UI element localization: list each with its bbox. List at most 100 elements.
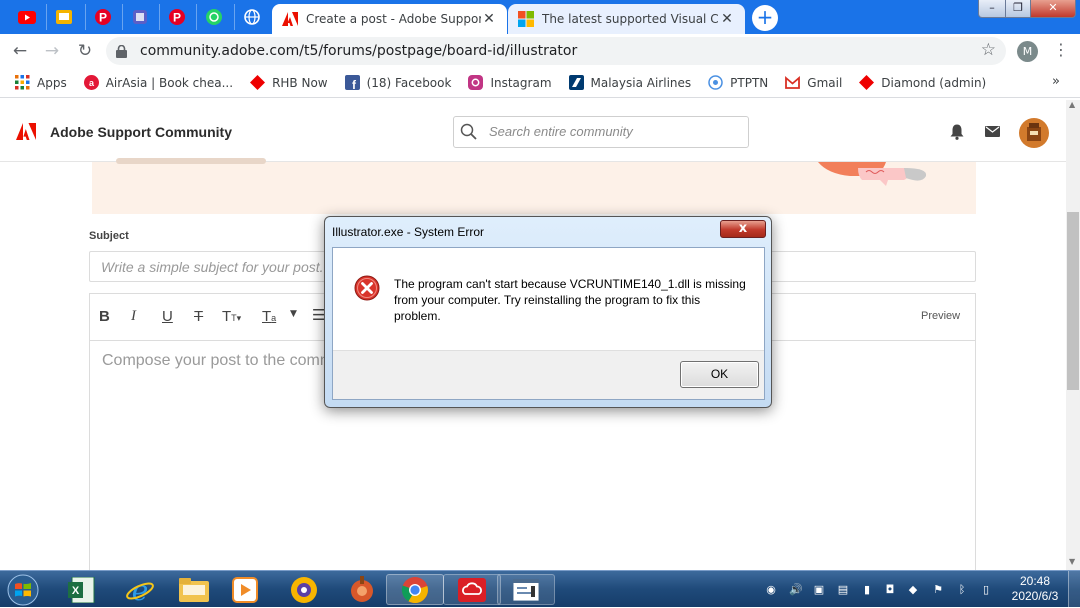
pinned-tab-globe[interactable]: [234, 4, 268, 30]
gmail-icon: [785, 76, 801, 89]
signal-icon[interactable]: ▮: [860, 583, 874, 597]
bookmark-rhb[interactable]: RHB Now: [250, 75, 328, 90]
tray-shield-icon[interactable]: ◘: [883, 583, 897, 597]
bookmark-diamond[interactable]: Diamond (admin): [859, 75, 986, 90]
tray-device-icon[interactable]: ▣: [812, 583, 826, 597]
preview-button[interactable]: Preview: [921, 310, 960, 322]
adobe-logo-icon: [282, 12, 298, 26]
dialog-close-button[interactable]: x: [720, 220, 766, 238]
windows-taskbar: X e ◉ 🔊 ▣ ▤ ▮ ◘ ◆ ⚑ ᛒ ▯ 20:48 2020/6/3: [0, 570, 1080, 608]
bookmark-airasia[interactable]: a AirAsia | Book chea...: [83, 75, 233, 90]
lock-icon: [116, 44, 127, 58]
scroll-down-icon[interactable]: ▼: [1069, 557, 1075, 566]
system-clock[interactable]: 20:48 2020/6/3: [1008, 574, 1062, 604]
bold-button[interactable]: B: [99, 308, 110, 325]
taskbar-illustrator-window[interactable]: [497, 574, 555, 605]
taskbar-app-orange[interactable]: [333, 574, 391, 605]
tab-close-icon[interactable]: ✕: [719, 11, 735, 27]
media-player-icon: [232, 576, 258, 603]
site-title[interactable]: Adobe Support Community: [50, 124, 232, 140]
notification-bell-icon[interactable]: [950, 124, 964, 140]
page-scrollbar[interactable]: ▲ ▼: [1066, 100, 1080, 570]
svg-text:e: e: [132, 576, 149, 604]
action-center-flag-icon[interactable]: ⚑: [931, 583, 945, 597]
reload-icon[interactable]: ↻: [73, 39, 97, 63]
site-header: Adobe Support Community Search entire co…: [0, 100, 1066, 162]
volume-icon[interactable]: 🔊: [789, 583, 803, 597]
maximize-button[interactable]: ❐: [1005, 0, 1031, 18]
font-size-button[interactable]: TT▾: [222, 308, 241, 325]
error-icon: [354, 275, 380, 301]
browser-toolbar: ← → ↻ community.adobe.com/t5/forums/post…: [0, 34, 1080, 68]
pinned-tab-whatsapp[interactable]: [196, 4, 230, 30]
window-close-button[interactable]: ✕: [1030, 0, 1076, 18]
bookmark-gmail[interactable]: Gmail: [785, 75, 842, 90]
pinned-tab-teams[interactable]: [122, 4, 156, 30]
battery-icon[interactable]: ▯: [979, 583, 993, 597]
bookmarks-bar: Apps a AirAsia | Book chea... RHB Now f …: [0, 68, 1080, 98]
back-arrow-icon[interactable]: ←: [8, 39, 32, 63]
ok-button[interactable]: OK: [680, 361, 759, 388]
ptptn-icon: [708, 75, 723, 90]
profile-avatar[interactable]: M: [1017, 41, 1038, 62]
new-tab-button[interactable]: +: [752, 5, 778, 31]
pinned-tab-pinterest-2[interactable]: P: [159, 4, 193, 30]
forward-arrow-icon[interactable]: →: [40, 39, 64, 63]
scrollbar-thumb[interactable]: [1067, 212, 1079, 390]
minimize-button[interactable]: –: [978, 0, 1006, 18]
bookmark-ptptn[interactable]: PTPTN: [708, 75, 768, 90]
pinned-tab-slides[interactable]: [46, 4, 80, 30]
tab-create-post[interactable]: Create a post - Adobe Support C ✕: [272, 4, 507, 34]
banner-text-cutoff: [116, 158, 266, 164]
facebook-icon: f: [344, 75, 360, 90]
bookmark-star-icon[interactable]: ☆: [981, 40, 996, 60]
dialog-body: The program can't start because VCRUNTIM…: [332, 247, 765, 400]
slides-icon: [55, 10, 72, 24]
search-input[interactable]: Search entire community: [453, 116, 749, 148]
strikethrough-button[interactable]: T: [194, 308, 203, 325]
taskbar-media-player[interactable]: [216, 574, 274, 605]
taskbar-file-explorer[interactable]: [165, 574, 223, 605]
underline-button[interactable]: U: [162, 308, 173, 325]
bookmark-malaysia-airlines[interactable]: Malaysia Airlines: [568, 75, 691, 90]
pinned-tab-pinterest[interactable]: P: [85, 4, 119, 30]
malaysia-airlines-icon: [568, 75, 584, 90]
address-bar[interactable]: community.adobe.com/t5/forums/postpage/b…: [106, 37, 1006, 65]
text-color-dropdown-icon[interactable]: ▼: [290, 309, 297, 319]
italic-button[interactable]: I: [131, 308, 136, 325]
menu-kebab-icon[interactable]: ⋮: [1053, 40, 1069, 59]
tray-network-icon[interactable]: ◉: [764, 583, 778, 597]
pinned-tab-youtube[interactable]: [10, 4, 44, 30]
taskbar-creative-cloud[interactable]: [443, 574, 501, 605]
airasia-icon: a: [83, 75, 99, 90]
bookmarks-overflow-icon[interactable]: »: [1052, 74, 1060, 89]
adobe-logo-icon[interactable]: [16, 123, 36, 140]
pinterest-icon: P: [168, 9, 185, 25]
apps-grid-icon: [15, 75, 30, 90]
user-avatar[interactable]: [1019, 118, 1049, 148]
start-button[interactable]: [4, 572, 42, 607]
tab-close-icon[interactable]: ✕: [481, 11, 497, 27]
text-color-button[interactable]: Ta: [262, 308, 276, 325]
folder-icon: [179, 577, 209, 602]
error-message: The program can't start because VCRUNTIM…: [394, 277, 746, 323]
tray-app-icon[interactable]: ◆: [906, 583, 920, 597]
taskbar-excel[interactable]: X: [53, 574, 111, 605]
bookmark-apps[interactable]: Apps: [15, 75, 67, 90]
tray-monitor-icon[interactable]: ▤: [836, 583, 850, 597]
windows-start-icon: [7, 574, 39, 605]
taskbar-internet-explorer[interactable]: e: [111, 574, 169, 605]
show-desktop-button[interactable]: [1068, 571, 1080, 608]
diamond-icon: [859, 75, 875, 90]
taskbar-app-yellow[interactable]: [275, 574, 333, 605]
taskbar-chrome[interactable]: [386, 574, 444, 605]
bookmark-facebook[interactable]: f (18) Facebook: [344, 75, 451, 90]
mail-icon[interactable]: [985, 126, 1000, 137]
scroll-up-icon[interactable]: ▲: [1069, 100, 1075, 109]
avatar-image: [1027, 123, 1041, 141]
youtube-icon: [18, 10, 36, 24]
system-error-dialog: Illustrator.exe - System Error x The pro…: [324, 216, 772, 408]
bluetooth-icon[interactable]: ᛒ: [955, 583, 969, 597]
tab-visual-cpp[interactable]: The latest supported Visual C++ ✕: [508, 4, 745, 34]
bookmark-instagram[interactable]: Instagram: [468, 75, 552, 90]
